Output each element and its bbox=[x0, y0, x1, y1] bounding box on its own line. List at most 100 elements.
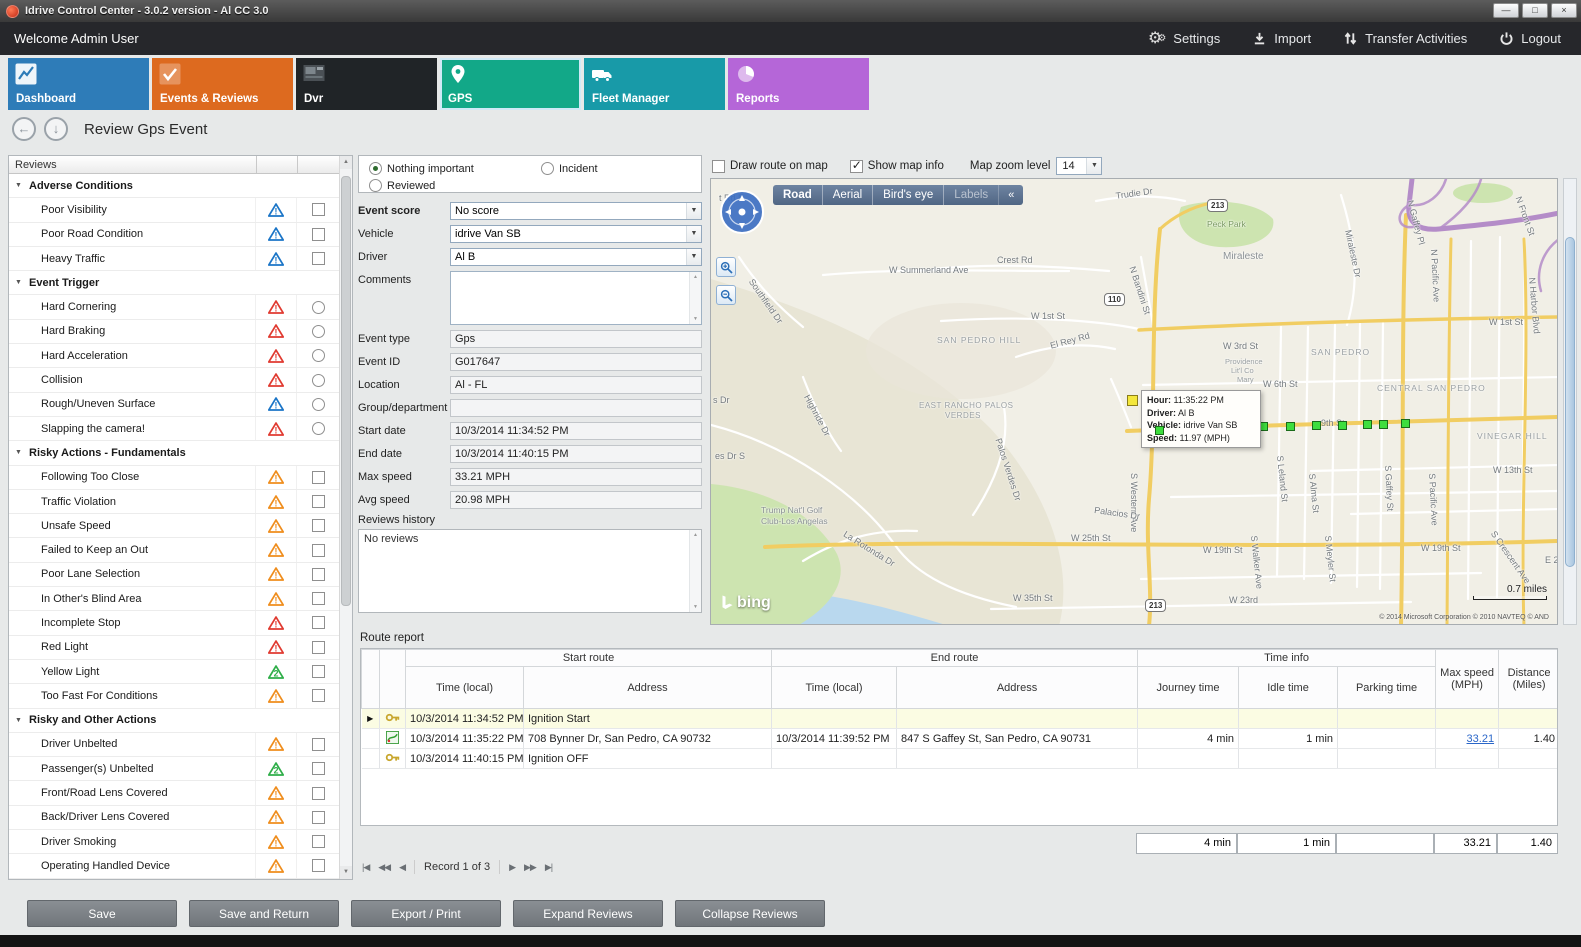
scrollbar[interactable]: ▲▼ bbox=[689, 272, 701, 324]
zoom-level-select[interactable]: 14 ▼ bbox=[1056, 157, 1102, 175]
minimize-button[interactable]: — bbox=[1493, 3, 1519, 18]
review-item-rough-uneven-surface[interactable]: Rough/Uneven Surface! bbox=[9, 393, 339, 417]
review-radio[interactable] bbox=[312, 422, 325, 435]
review-item-collision[interactable]: Collision! bbox=[9, 368, 339, 392]
review-radio[interactable] bbox=[312, 374, 325, 387]
route-row[interactable]: 10/3/2014 11:35:22 PM708 Bynner Dr, San … bbox=[362, 729, 1559, 749]
review-item-hard-cornering[interactable]: Hard Cornering! bbox=[9, 295, 339, 319]
reviews-history-box[interactable]: No reviews ▲▼ bbox=[358, 529, 702, 613]
action-transfer[interactable]: Transfer Activities bbox=[1343, 31, 1467, 46]
review-group-risky-and-other-actions[interactable]: ▼Risky and Other Actions bbox=[9, 709, 339, 733]
classification-reviewed[interactable]: Reviewed bbox=[369, 179, 435, 192]
field-event-id[interactable]: G017647 bbox=[450, 353, 702, 371]
review-item-too-fast-for-conditions[interactable]: Too Fast For Conditions! bbox=[9, 684, 339, 708]
tab-dvr[interactable]: Dvr bbox=[296, 58, 437, 110]
tab-events[interactable]: Events & Reviews bbox=[152, 58, 293, 110]
route-row[interactable]: ▶10/3/2014 11:34:52 PMIgnition Start bbox=[362, 709, 1559, 729]
review-checkbox[interactable] bbox=[312, 859, 325, 872]
review-checkbox[interactable] bbox=[312, 835, 325, 848]
route-point-marker[interactable] bbox=[1338, 421, 1347, 430]
review-item-poor-visibility[interactable]: Poor Visibility! bbox=[9, 198, 339, 222]
review-checkbox[interactable] bbox=[312, 616, 325, 629]
review-item-unsafe-speed[interactable]: Unsafe Speed! bbox=[9, 514, 339, 538]
maximize-button[interactable]: □ bbox=[1522, 3, 1548, 18]
review-item-operating-handled-device[interactable]: Operating Handled Device! bbox=[9, 854, 339, 878]
route-point-marker[interactable] bbox=[1155, 426, 1164, 435]
field-start-date[interactable]: 10/3/2014 11:34:52 PM bbox=[450, 422, 702, 440]
route-point-marker[interactable] bbox=[1379, 420, 1388, 429]
review-item-incomplete-stop[interactable]: Incomplete Stop! bbox=[9, 611, 339, 635]
review-group-adverse-conditions[interactable]: ▼Adverse Conditions bbox=[9, 174, 339, 198]
review-radio[interactable] bbox=[312, 349, 325, 362]
review-item-heavy-traffic[interactable]: Heavy Traffic! bbox=[9, 247, 339, 271]
review-checkbox[interactable] bbox=[312, 471, 325, 484]
combo-driver[interactable]: Al B▼ bbox=[450, 248, 702, 266]
review-checkbox[interactable] bbox=[312, 592, 325, 605]
field-location[interactable]: Al - FL bbox=[450, 376, 702, 394]
review-checkbox[interactable] bbox=[312, 787, 325, 800]
map-view-road[interactable]: Road bbox=[773, 185, 823, 205]
last-record-button[interactable]: ▶| bbox=[545, 862, 552, 873]
review-item-in-other-s-blind-area[interactable]: In Other's Blind Area! bbox=[9, 587, 339, 611]
field-event-type[interactable]: Gps bbox=[450, 330, 702, 348]
review-item-poor-lane-selection[interactable]: Poor Lane Selection! bbox=[9, 563, 339, 587]
button-expand-reviews[interactable]: Expand Reviews bbox=[513, 900, 663, 927]
tab-gps[interactable]: GPS bbox=[440, 58, 581, 110]
next-page-button[interactable]: ▶▶ bbox=[524, 862, 536, 873]
review-checkbox[interactable] bbox=[312, 689, 325, 702]
review-item-back-driver-lens-covered[interactable]: Back/Driver Lens Covered! bbox=[9, 806, 339, 830]
map-compass-control[interactable] bbox=[719, 189, 765, 240]
review-radio[interactable] bbox=[312, 325, 325, 338]
review-item-yellow-light[interactable]: Yellow Light2 bbox=[9, 660, 339, 684]
review-radio[interactable] bbox=[312, 301, 325, 314]
field-avg-speed[interactable]: 20.98 MPH bbox=[450, 491, 702, 509]
button-collapse-reviews[interactable]: Collapse Reviews bbox=[675, 900, 825, 927]
field-group-department[interactable] bbox=[450, 399, 702, 417]
close-button[interactable]: × bbox=[1551, 3, 1577, 18]
toolbar-collapse-button[interactable]: « bbox=[999, 189, 1023, 201]
review-checkbox[interactable] bbox=[312, 252, 325, 265]
action-logout[interactable]: Logout bbox=[1499, 31, 1561, 46]
tab-reports[interactable]: Reports bbox=[728, 58, 869, 110]
review-checkbox[interactable] bbox=[312, 641, 325, 654]
max-speed-link[interactable]: 33.21 bbox=[1467, 733, 1495, 745]
review-item-poor-road-condition[interactable]: Poor Road Condition! bbox=[9, 223, 339, 247]
scrollbar-thumb[interactable] bbox=[341, 176, 351, 606]
scrollbar-thumb[interactable] bbox=[1565, 237, 1575, 567]
review-group-risky-actions-fundamentals[interactable]: ▼Risky Actions - Fundamentals bbox=[9, 441, 339, 465]
map-view-labels[interactable]: Labels bbox=[944, 185, 999, 205]
zoom-in-button[interactable] bbox=[716, 257, 736, 277]
back-button[interactable]: ← bbox=[12, 117, 36, 141]
bing-map[interactable]: t Rd ETrudie DrPeck ParkMiralesteMirales… bbox=[710, 178, 1558, 625]
review-checkbox[interactable] bbox=[312, 495, 325, 508]
review-item-hard-braking[interactable]: Hard Braking! bbox=[9, 320, 339, 344]
route-point-marker[interactable] bbox=[1401, 419, 1410, 428]
prev-record-button[interactable]: ◀ bbox=[399, 862, 405, 873]
map-view-aerial[interactable]: Aerial bbox=[823, 185, 873, 205]
review-checkbox[interactable] bbox=[312, 665, 325, 678]
map-view-birdseye[interactable]: Bird's eye bbox=[873, 185, 944, 205]
action-settings[interactable]: ⚙⚙Settings bbox=[1148, 31, 1220, 47]
route-point-marker[interactable] bbox=[1286, 422, 1295, 431]
review-item-red-light[interactable]: Red Light! bbox=[9, 636, 339, 660]
review-item-following-too-close[interactable]: Following Too Close! bbox=[9, 466, 339, 490]
scroll-up-icon[interactable]: ▲ bbox=[340, 156, 352, 169]
review-checkbox[interactable] bbox=[312, 519, 325, 532]
route-row[interactable]: 10/3/2014 11:40:15 PMIgnition OFF bbox=[362, 749, 1559, 769]
route-point-marker[interactable] bbox=[1363, 420, 1372, 429]
show-map-info-checkbox[interactable]: Show map info bbox=[850, 160, 944, 173]
field-end-date[interactable]: 10/3/2014 11:40:15 PM bbox=[450, 445, 702, 463]
field-max-speed[interactable]: 33.21 MPH bbox=[450, 468, 702, 486]
review-group-event-trigger[interactable]: ▼Event Trigger bbox=[9, 271, 339, 295]
route-start-marker[interactable] bbox=[1127, 395, 1138, 406]
review-checkbox[interactable] bbox=[312, 228, 325, 241]
review-checkbox[interactable] bbox=[312, 811, 325, 824]
next-record-button[interactable]: ▶ bbox=[509, 862, 515, 873]
review-checkbox[interactable] bbox=[312, 738, 325, 751]
tab-fleet[interactable]: Fleet Manager bbox=[584, 58, 725, 110]
review-item-passenger-s-unbelted[interactable]: Passenger(s) Unbelted2 bbox=[9, 757, 339, 781]
first-record-button[interactable]: |◀ bbox=[362, 862, 369, 873]
reviews-scrollbar[interactable]: ▲ ▼ bbox=[339, 156, 352, 879]
button-export-print[interactable]: Export / Print bbox=[351, 900, 501, 927]
review-item-driver-unbelted[interactable]: Driver Unbelted! bbox=[9, 733, 339, 757]
